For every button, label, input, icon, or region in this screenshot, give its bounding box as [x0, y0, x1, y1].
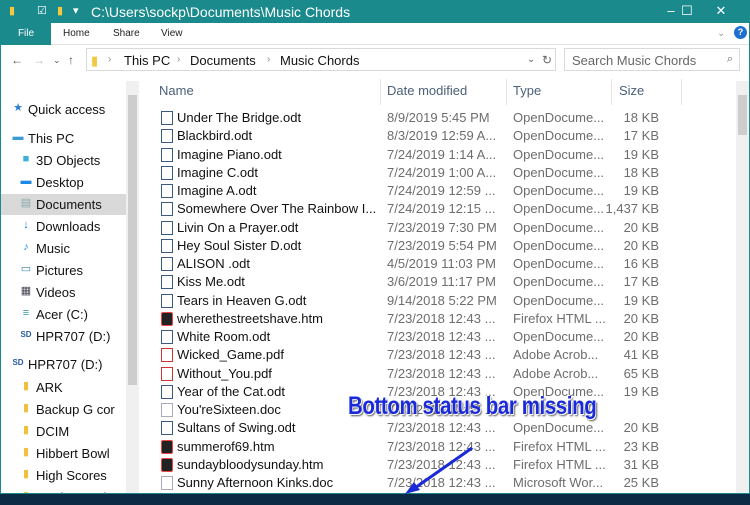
annotation-arrow — [405, 446, 473, 494]
